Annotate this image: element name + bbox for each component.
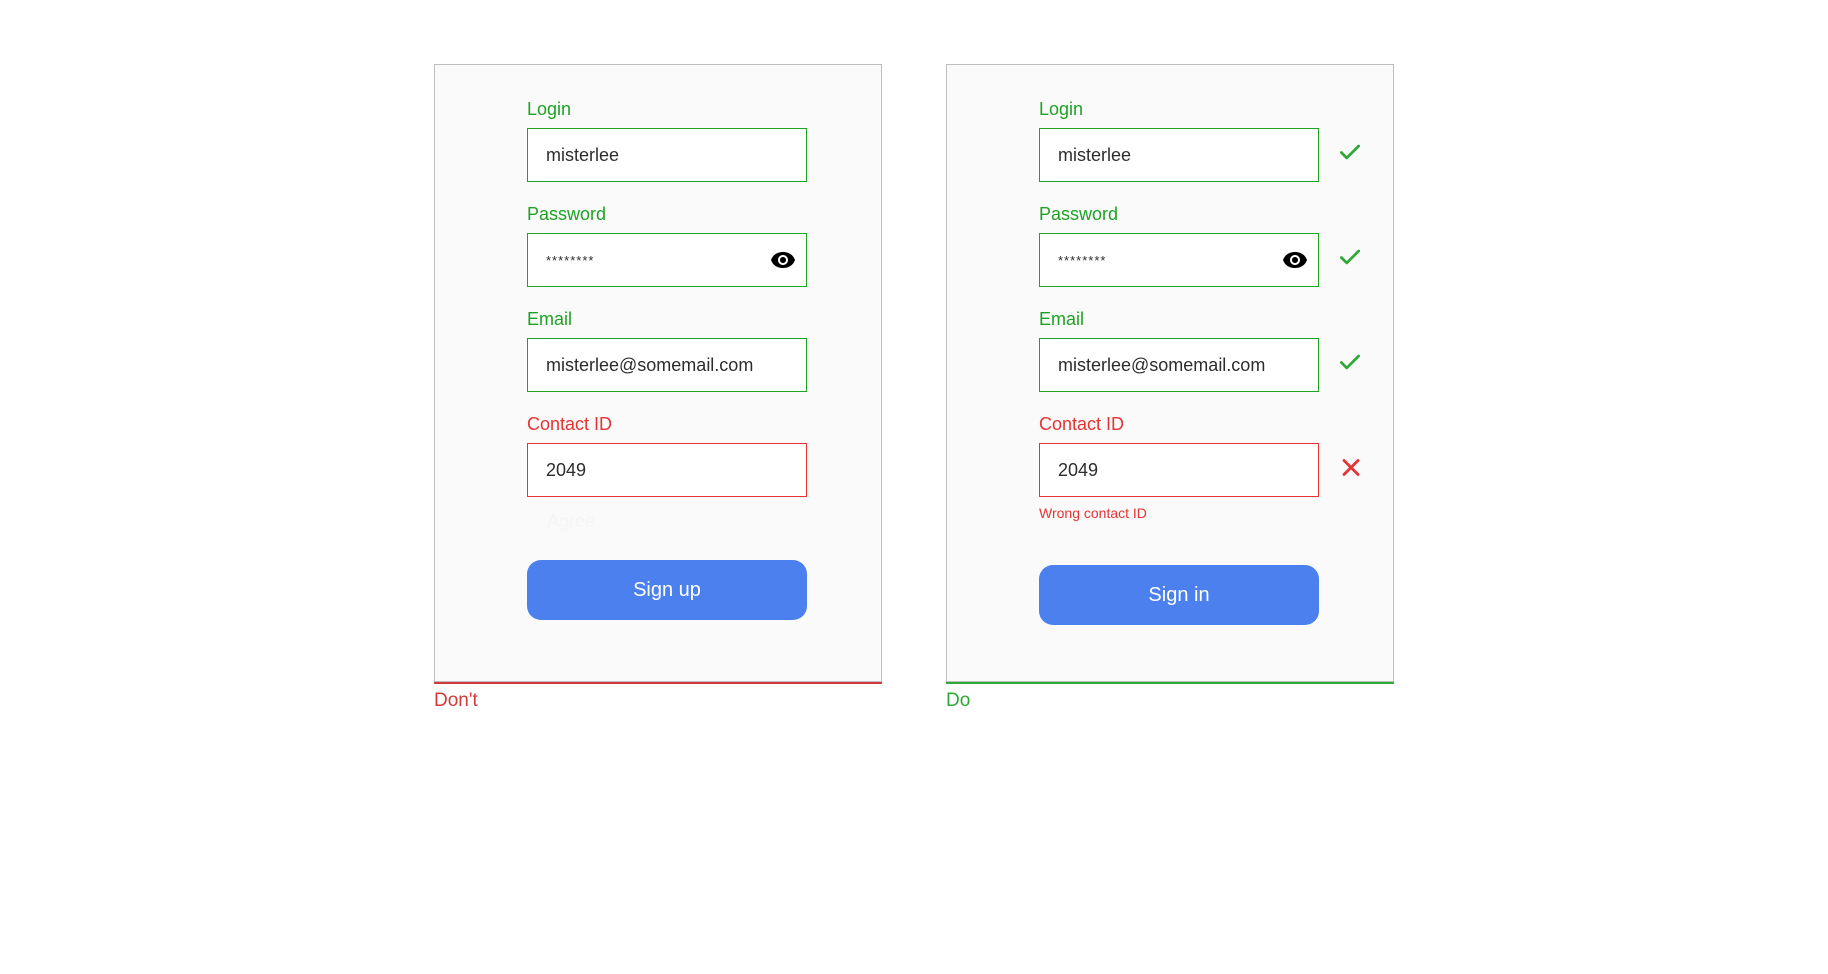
login-field-group: Login	[1039, 99, 1353, 182]
password-input-shell	[527, 233, 807, 287]
check-icon	[1337, 245, 1363, 276]
eye-icon[interactable]	[771, 252, 795, 268]
dont-panel: Login Password	[434, 64, 882, 682]
email-label: Email	[1039, 309, 1353, 330]
email-input-shell	[527, 338, 807, 392]
do-form: Login Password	[947, 99, 1393, 625]
contact-input[interactable]	[527, 443, 807, 497]
login-label: Login	[1039, 99, 1353, 120]
contact-label: Contact ID	[1039, 414, 1353, 435]
login-input-shell	[527, 128, 807, 182]
login-label: Login	[527, 99, 841, 120]
contact-input[interactable]	[1039, 443, 1319, 497]
do-caption: Do	[946, 682, 1394, 712]
email-row	[1039, 338, 1319, 392]
agree-label: Agree	[547, 511, 841, 532]
password-row	[1039, 233, 1319, 287]
dont-caption: Don't	[434, 682, 882, 712]
login-input[interactable]	[527, 128, 807, 182]
comparison-container: Login Password	[0, 0, 1828, 712]
eye-icon[interactable]	[1283, 252, 1307, 268]
spacer	[1039, 531, 1353, 565]
signup-button[interactable]: Sign up	[527, 560, 807, 620]
do-panel: Login Password	[946, 64, 1394, 682]
password-input[interactable]	[527, 233, 807, 287]
password-field-group: Password	[1039, 204, 1353, 287]
check-icon	[1337, 140, 1363, 171]
check-icon	[1337, 350, 1363, 381]
email-input[interactable]	[527, 338, 807, 392]
dont-panel-wrapper: Login Password	[434, 64, 882, 712]
signin-button[interactable]: Sign in	[1039, 565, 1319, 625]
email-field-group: Email	[527, 309, 841, 392]
contact-row	[1039, 443, 1319, 497]
cross-icon	[1339, 456, 1363, 485]
contact-label: Contact ID	[527, 414, 841, 435]
email-label: Email	[527, 309, 841, 330]
login-input[interactable]	[1039, 128, 1319, 182]
password-label: Password	[1039, 204, 1353, 225]
login-field-group: Login	[527, 99, 841, 182]
dont-form: Login Password	[435, 99, 881, 620]
contact-field-group: Contact ID	[527, 414, 841, 497]
email-input[interactable]	[1039, 338, 1319, 392]
email-field-group: Email	[1039, 309, 1353, 392]
do-panel-wrapper: Login Password	[946, 64, 1394, 712]
contact-input-shell	[527, 443, 807, 497]
password-label: Password	[527, 204, 841, 225]
login-row	[1039, 128, 1319, 182]
password-input[interactable]	[1039, 233, 1319, 287]
contact-error-message: Wrong contact ID	[1039, 505, 1353, 521]
password-field-group: Password	[527, 204, 841, 287]
contact-field-group: Contact ID Wrong contact ID	[1039, 414, 1353, 521]
